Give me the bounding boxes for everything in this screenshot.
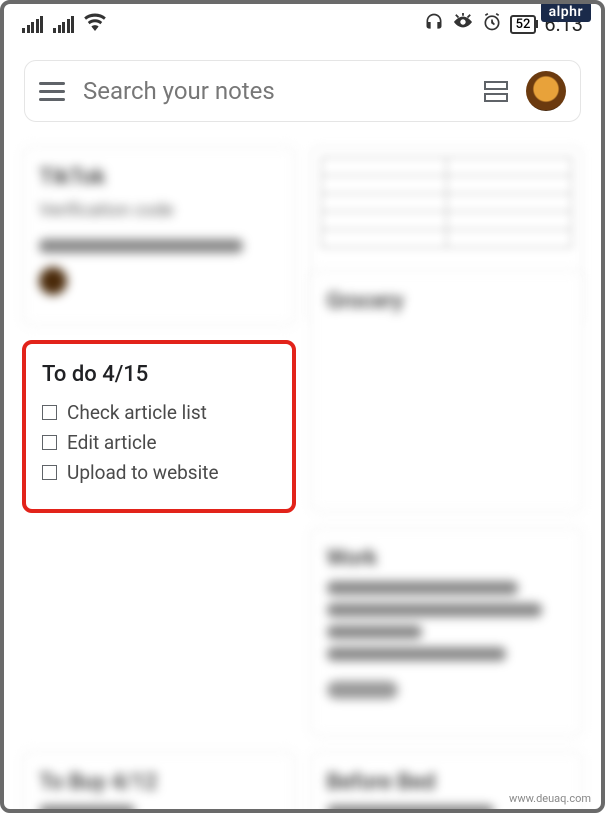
watermark-text: www.deuaq.com — [509, 792, 591, 805]
signal-icon-1 — [22, 16, 43, 33]
note-card-blurred[interactable]: Work — [310, 527, 584, 737]
hamburger-icon[interactable] — [39, 82, 65, 101]
note-title: To Buy 4/12 — [39, 770, 279, 795]
task-row[interactable]: Upload to website — [42, 461, 276, 484]
status-bar: 52 6:13 — [4, 4, 601, 44]
checkbox-icon[interactable] — [42, 435, 57, 450]
search-input[interactable]: Search your notes — [83, 77, 466, 105]
checkbox-icon[interactable] — [42, 405, 57, 420]
signal-icon-2 — [53, 16, 74, 33]
note-card-blurred[interactable]: To Buy 4/12 — [22, 751, 296, 813]
table-icon — [321, 157, 573, 248]
note-title: To do 4/15 — [42, 362, 276, 387]
note-title: Grocery — [327, 289, 567, 314]
eye-icon — [452, 13, 474, 35]
note-card-todo[interactable]: To do 4/15 Check article list Edit artic… — [22, 340, 296, 513]
note-title: TikTok — [39, 165, 279, 190]
alarm-icon — [482, 12, 502, 36]
wifi-icon — [84, 13, 106, 35]
headset-icon — [424, 12, 444, 36]
note-line: Verification code — [39, 200, 279, 221]
note-card-blurred[interactable]: Grocery — [310, 270, 584, 513]
checkbox-icon[interactable] — [42, 465, 57, 480]
task-row[interactable]: Check article list — [42, 401, 276, 424]
note-card-blurred[interactable]: TikTok Verification code — [22, 146, 296, 326]
task-label: Edit article — [67, 431, 157, 454]
avatar[interactable] — [526, 71, 566, 111]
view-toggle-icon[interactable] — [484, 81, 508, 102]
notes-grid: TikTok Verification code To do 4/15 Chec… — [4, 132, 601, 813]
task-label: Upload to website — [67, 461, 219, 484]
alphr-badge: alphr — [541, 2, 591, 22]
note-title: Work — [327, 546, 567, 571]
task-label: Check article list — [67, 401, 207, 424]
battery-indicator: 52 — [510, 15, 537, 34]
phone-frame: alphr 52 6:13 Search your notes TikTok V… — [0, 0, 605, 813]
search-bar[interactable]: Search your notes — [24, 60, 581, 122]
task-row[interactable]: Edit article — [42, 431, 276, 454]
